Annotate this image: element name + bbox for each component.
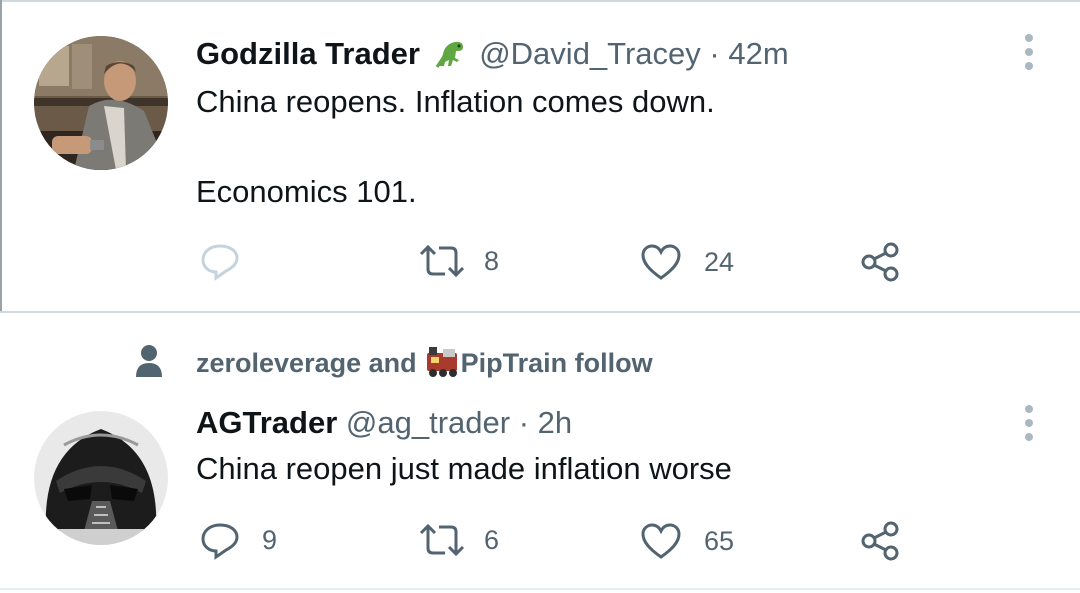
user-handle[interactable]: @ag_trader	[346, 405, 510, 440]
share-button[interactable]	[860, 520, 902, 562]
heart-icon	[641, 244, 681, 280]
like-count: 65	[704, 525, 735, 556]
timestamp[interactable]: 2h	[538, 405, 572, 440]
social-context-prefix: zeroleverage and	[196, 348, 417, 378]
social-context-suffix: PipTrain follow	[460, 348, 653, 378]
user-handle[interactable]: @David_Tracey	[479, 36, 701, 71]
avatar[interactable]	[34, 411, 168, 545]
avatar[interactable]	[34, 36, 168, 170]
share-icon	[861, 242, 899, 282]
reply-count: 9	[262, 524, 278, 555]
like-count: 24	[704, 246, 735, 277]
timestamp[interactable]: 42m	[728, 36, 788, 71]
retweet-count: 6	[484, 524, 500, 555]
display-name[interactable]: AGTrader	[196, 405, 337, 440]
tweet-text: China reopen just made inflation worse	[196, 451, 732, 486]
social-context[interactable]: zeroleverage and PipTrain follow	[196, 345, 653, 384]
person-icon	[136, 345, 162, 377]
tweet-header: AGTrader @ag_trader · 2h	[196, 405, 572, 441]
tweet-card[interactable]: zeroleverage and PipTrain follow AGTrade…	[0, 313, 1080, 589]
heart-icon	[641, 523, 681, 559]
display-name[interactable]: Godzilla Trader	[196, 36, 420, 71]
reply-icon	[201, 244, 239, 281]
tweet-header: Godzilla Trader @David_Tracey · 42m	[196, 36, 789, 78]
separator-dot: ·	[518, 405, 530, 440]
retweet-icon	[419, 244, 465, 278]
tweet-text-line: Economics 101.	[196, 174, 417, 209]
separator-dot: ·	[709, 36, 720, 71]
retweet-count: 8	[484, 245, 500, 276]
share-icon	[861, 521, 899, 561]
dinosaur-emoji-icon	[433, 36, 467, 78]
more-options-icon[interactable]	[1018, 34, 1040, 74]
tweet-text-line: China reopens. Inflation comes down.	[196, 84, 715, 119]
reply-icon	[201, 523, 239, 560]
reply-button[interactable]	[200, 241, 256, 281]
share-button[interactable]	[860, 241, 902, 283]
retweet-button[interactable]: 6	[418, 522, 499, 558]
retweet-icon	[419, 523, 465, 557]
like-button[interactable]: 24	[640, 243, 734, 281]
retweet-button[interactable]: 8	[418, 243, 499, 279]
like-button[interactable]: 65	[640, 522, 734, 560]
more-options-icon[interactable]	[1018, 405, 1040, 445]
bottom-divider	[0, 588, 1080, 590]
tweet-card[interactable]: Godzilla Trader @David_Tracey · 42m Chin…	[0, 0, 1080, 311]
reply-button[interactable]: 9	[200, 520, 277, 560]
train-emoji-icon	[425, 345, 459, 384]
